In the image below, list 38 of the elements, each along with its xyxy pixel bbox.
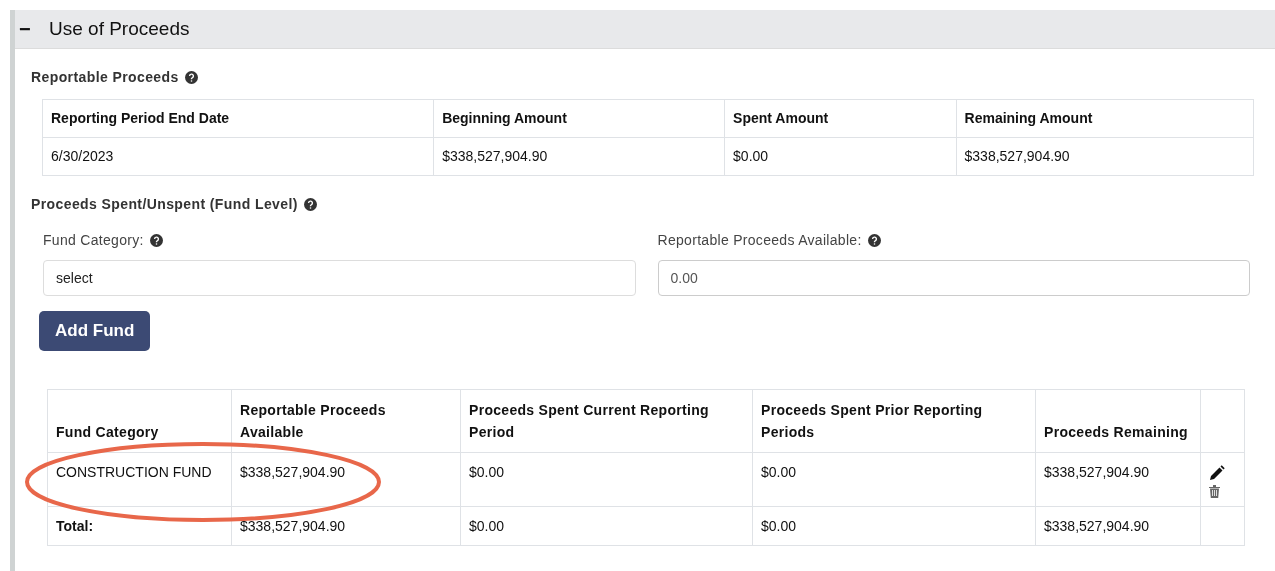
proceeds-available-field[interactable]: 0.00 xyxy=(657,260,1250,296)
table-cell: $0.00 xyxy=(460,506,753,546)
column-header: Reportable Proceeds Available xyxy=(231,389,461,453)
help-icon[interactable] xyxy=(303,197,317,211)
table-cell: $338,527,904.90 xyxy=(956,137,1254,176)
table-cell: $0.00 xyxy=(752,506,1036,546)
column-header: Proceeds Remaining xyxy=(1035,389,1201,453)
table-cell: $0.00 xyxy=(460,452,753,507)
section-title: Use of Proceeds xyxy=(49,18,190,40)
column-header: Spent Amount xyxy=(724,99,957,138)
table-cell: $338,527,904.90 xyxy=(1035,452,1201,507)
column-header: Proceeds Spent Current Reporting Period xyxy=(460,389,753,453)
table-cell: 6/30/2023 xyxy=(42,137,434,176)
help-icon[interactable] xyxy=(184,70,198,84)
table-cell: $338,527,904.90 xyxy=(231,506,461,546)
collapse-toggle[interactable]: − xyxy=(19,17,33,41)
help-icon[interactable] xyxy=(867,233,881,247)
delete-icon[interactable] xyxy=(1209,485,1220,498)
column-header: Proceeds Spent Prior Reporting Periods xyxy=(752,389,1036,453)
field-label: Reportable Proceeds Available: xyxy=(657,232,862,248)
edit-icon[interactable] xyxy=(1209,465,1225,481)
table-cell: $0.00 xyxy=(752,452,1036,507)
total-label: Total: xyxy=(47,506,232,546)
add-fund-button[interactable]: Add Fund xyxy=(39,311,151,351)
table-cell: $338,527,904.90 xyxy=(433,137,725,176)
table-cell: $338,527,904.90 xyxy=(1035,506,1201,546)
section-heading: Reportable Proceeds xyxy=(31,69,179,85)
column-header: Fund Category xyxy=(47,389,232,453)
column-header: Remaining Amount xyxy=(956,99,1254,138)
help-icon[interactable] xyxy=(149,233,163,247)
column-header: Reporting Period End Date xyxy=(42,99,434,138)
field-label: Fund Category: xyxy=(43,232,144,248)
table-cell: $0.00 xyxy=(724,137,957,176)
fund-category-select[interactable]: select xyxy=(43,260,636,296)
column-header: Beginning Amount xyxy=(433,99,725,138)
table-cell: CONSTRUCTION FUND xyxy=(47,452,232,507)
table-cell: $338,527,904.90 xyxy=(231,452,461,507)
section-heading: Proceeds Spent/Unspent (Fund Level) xyxy=(31,196,298,212)
